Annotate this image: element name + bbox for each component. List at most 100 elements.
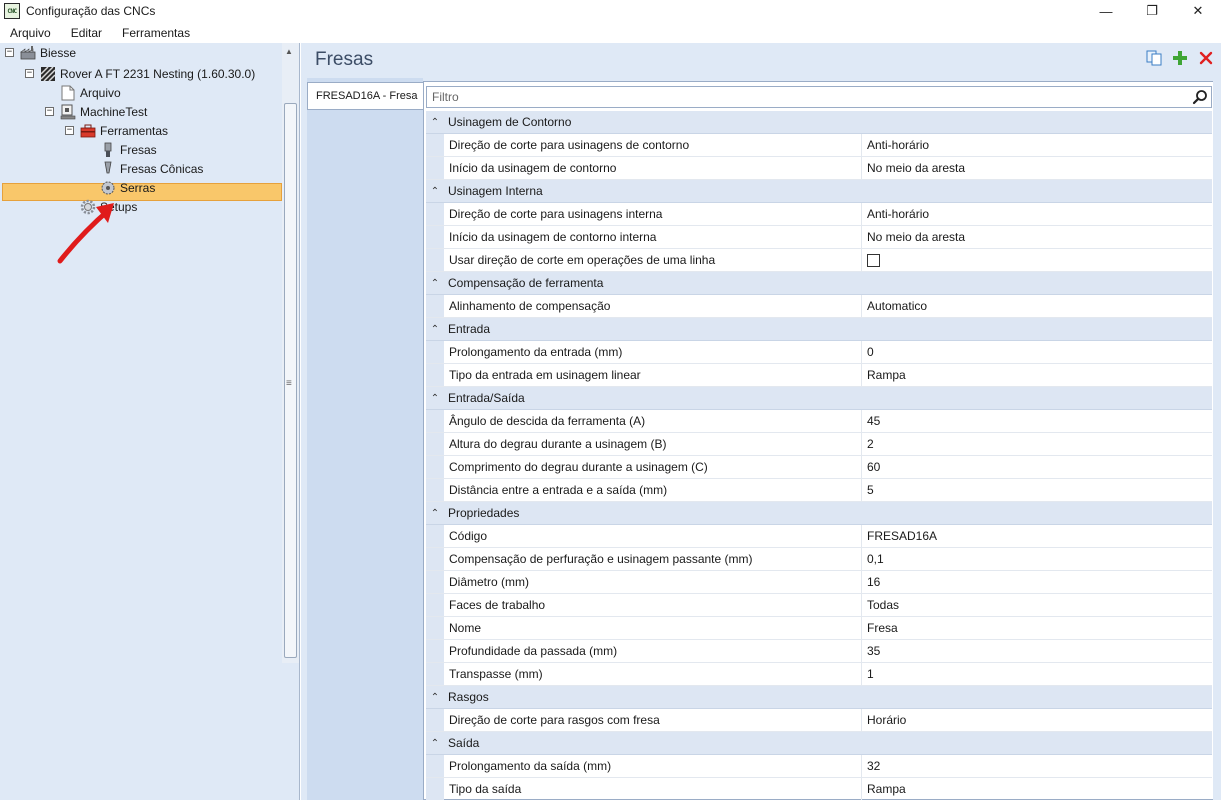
property-value[interactable]: 0,1 — [862, 548, 1212, 570]
property-row: Tipo da entrada em usinagem linear Rampa — [426, 364, 1212, 387]
category-row[interactable]: ⌃ Compensação de ferramenta — [426, 272, 1212, 295]
property-name: Código — [444, 525, 862, 547]
tree-item-label: Serras — [120, 180, 156, 195]
collapse-chevron-icon[interactable]: ⌃ — [426, 738, 444, 749]
scroll-up-icon[interactable]: ▲ — [285, 47, 293, 56]
row-gutter — [426, 663, 444, 685]
property-value[interactable]: 16 — [862, 571, 1212, 593]
row-gutter — [426, 433, 444, 455]
property-value[interactable]: Rampa — [862, 364, 1212, 386]
collapse-toggle[interactable]: − — [45, 107, 54, 116]
tree-item-label: Rover A FT 2231 Nesting (1.60.30.0) — [60, 66, 256, 81]
collapse-chevron-icon[interactable]: ⌃ — [426, 692, 444, 703]
collapse-chevron-icon[interactable]: ⌃ — [426, 324, 444, 335]
property-row: Tipo da saída Rampa — [426, 778, 1212, 800]
page-title: Fresas — [315, 49, 374, 70]
category-row[interactable]: ⌃ Usinagem Interna — [426, 180, 1212, 203]
property-name: Transpasse (mm) — [444, 663, 862, 685]
tree-item-fresas[interactable]: Fresas — [100, 140, 157, 159]
property-value[interactable]: No meio da aresta — [862, 157, 1212, 179]
property-checkbox[interactable] — [867, 253, 880, 267]
detail-panel: Fresas FRESAD16A - Fresa ⌃ Usinagem de Co… — [301, 43, 1221, 800]
row-gutter — [426, 617, 444, 639]
filter-input[interactable] — [427, 87, 1187, 107]
property-value[interactable]: 60 — [862, 456, 1212, 478]
property-row: Altura do degrau durante a usinagem (B) 2 — [426, 433, 1212, 456]
tree-item-machinetest[interactable]: − MachineTest — [45, 102, 147, 121]
category-row[interactable]: ⌃ Saída — [426, 732, 1212, 755]
category-label: Entrada — [448, 322, 491, 336]
tree-scrollbar[interactable]: ▲ — [282, 43, 299, 663]
property-value[interactable]: Horário — [862, 709, 1212, 731]
tree-item-label: Fresas Cônicas — [120, 161, 204, 176]
property-value[interactable]: Anti-horário — [862, 134, 1212, 156]
category-row[interactable]: ⌃ Entrada — [426, 318, 1212, 341]
tree-item-arquivo[interactable]: Arquivo — [60, 83, 121, 102]
property-value[interactable]: 5 — [862, 479, 1212, 501]
property-value[interactable]: 35 — [862, 640, 1212, 662]
add-icon[interactable] — [1171, 49, 1189, 67]
property-value[interactable] — [862, 249, 1212, 271]
property-value[interactable]: FRESAD16A — [862, 525, 1212, 547]
search-icon[interactable] — [1192, 89, 1208, 108]
collapse-chevron-icon[interactable]: ⌃ — [426, 508, 444, 519]
collapse-chevron-icon[interactable]: ⌃ — [426, 117, 444, 128]
tree-item-label: Biesse — [40, 45, 77, 60]
category-row[interactable]: ⌃ Entrada/Saída — [426, 387, 1212, 410]
property-name: Início da usinagem de contorno interna — [444, 226, 862, 248]
collapse-toggle[interactable]: − — [65, 126, 74, 135]
menu-editar[interactable]: Editar — [61, 26, 112, 40]
property-value[interactable]: Todas — [862, 594, 1212, 616]
splitter-grip-icon[interactable]: ≡ — [286, 378, 292, 389]
property-row: Usar direção de corte em operações de um… — [426, 249, 1212, 272]
row-gutter — [426, 778, 444, 800]
tree-item-fresas-conicas[interactable]: Fresas Cônicas — [100, 159, 203, 178]
window-title: Configuração das CNCs — [26, 4, 156, 18]
collapse-chevron-icon[interactable]: ⌃ — [426, 393, 444, 404]
menu-arquivo[interactable]: Arquivo — [0, 26, 61, 40]
tree-item-biesse[interactable]: − Biesse — [5, 43, 76, 62]
property-row: Profundidade da passada (mm) 35 — [426, 640, 1212, 663]
copy-icon[interactable] — [1145, 49, 1163, 67]
tree-item-label: Ferramentas — [100, 123, 169, 138]
collapse-chevron-icon[interactable]: ⌃ — [426, 186, 444, 197]
collapse-chevron-icon[interactable]: ⌃ — [426, 278, 444, 289]
property-row: Direção de corte para usinagens de conto… — [426, 134, 1212, 157]
property-value[interactable]: 1 — [862, 663, 1212, 685]
property-name: Nome — [444, 617, 862, 639]
window-controls: — ❐ ✕ — [1083, 0, 1221, 22]
header-toolbar — [1145, 49, 1215, 67]
category-row[interactable]: ⌃ Usinagem de Contorno — [426, 111, 1212, 134]
tree-item-ferramentas[interactable]: − Ferramentas — [65, 121, 168, 140]
category-label: Usinagem de Contorno — [448, 115, 572, 129]
collapse-toggle[interactable]: − — [5, 48, 14, 57]
category-row[interactable]: ⌃ Propriedades — [426, 502, 1212, 525]
conical-bit-icon — [100, 161, 116, 177]
property-row: Prolongamento da saída (mm) 32 — [426, 755, 1212, 778]
property-grid: ⌃ Usinagem de Contorno Direção de corte pa… — [426, 111, 1212, 800]
category-label: Entrada/Saída — [448, 391, 525, 405]
property-value[interactable]: 2 — [862, 433, 1212, 455]
property-value[interactable]: 32 — [862, 755, 1212, 777]
tree-item-rover[interactable]: − Rover A FT 2231 Nesting (1.60.30.0) — [25, 64, 255, 83]
menu-ferramentas[interactable]: Ferramentas — [112, 26, 200, 40]
minimize-button[interactable]: — — [1083, 0, 1129, 22]
category-label: Saída — [448, 736, 480, 750]
property-name: Diâmetro (mm) — [444, 571, 862, 593]
property-value[interactable]: No meio da aresta — [862, 226, 1212, 248]
property-row: Alinhamento de compensação Automatico — [426, 295, 1212, 318]
maximize-button[interactable]: ❐ — [1129, 0, 1175, 22]
row-gutter — [426, 548, 444, 570]
property-value[interactable]: Fresa — [862, 617, 1212, 639]
property-value[interactable]: Anti-horário — [862, 203, 1212, 225]
property-name: Ângulo de descida da ferramenta (A) — [444, 410, 862, 432]
tab-fresad16a[interactable]: FRESAD16A - Fresa — [307, 82, 423, 110]
collapse-toggle[interactable]: − — [25, 69, 34, 78]
close-window-button[interactable]: ✕ — [1175, 0, 1221, 22]
property-value[interactable]: Rampa — [862, 778, 1212, 800]
property-value[interactable]: Automatico — [862, 295, 1212, 317]
property-value[interactable]: 45 — [862, 410, 1212, 432]
property-name: Tipo da entrada em usinagem linear — [444, 364, 862, 386]
property-value[interactable]: 0 — [862, 341, 1212, 363]
category-row[interactable]: ⌃ Rasgos — [426, 686, 1212, 709]
